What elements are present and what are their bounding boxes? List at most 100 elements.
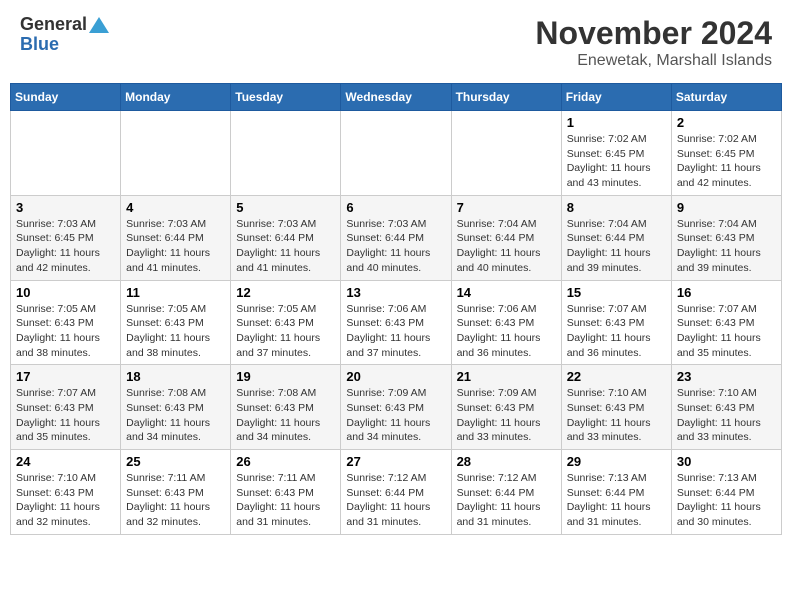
calendar-day-cell: 21 Sunrise: 7:09 AM Sunset: 6:43 PM Dayli… xyxy=(451,365,561,450)
day-info: Sunrise: 7:02 AM Sunset: 6:45 PM Dayligh… xyxy=(677,132,776,191)
day-number: 28 xyxy=(457,454,556,469)
day-number: 1 xyxy=(567,115,666,130)
day-info: Sunrise: 7:08 AM Sunset: 6:43 PM Dayligh… xyxy=(126,386,225,445)
calendar-week-row: 17 Sunrise: 7:07 AM Sunset: 6:43 PM Dayli… xyxy=(11,365,782,450)
day-info: Sunrise: 7:05 AM Sunset: 6:43 PM Dayligh… xyxy=(126,302,225,361)
page-header: General Blue November 2024 Enewetak, Mar… xyxy=(10,10,782,75)
calendar-week-row: 10 Sunrise: 7:05 AM Sunset: 6:43 PM Dayli… xyxy=(11,280,782,365)
calendar-day-cell: 6 Sunrise: 7:03 AM Sunset: 6:44 PM Daylig… xyxy=(341,195,451,280)
day-info: Sunrise: 7:04 AM Sunset: 6:44 PM Dayligh… xyxy=(567,217,666,276)
day-number: 5 xyxy=(236,200,335,215)
calendar-day-cell: 5 Sunrise: 7:03 AM Sunset: 6:44 PM Daylig… xyxy=(231,195,341,280)
calendar-week-row: 3 Sunrise: 7:03 AM Sunset: 6:45 PM Daylig… xyxy=(11,195,782,280)
day-number: 23 xyxy=(677,369,776,384)
day-info: Sunrise: 7:09 AM Sunset: 6:43 PM Dayligh… xyxy=(457,386,556,445)
day-info: Sunrise: 7:06 AM Sunset: 6:43 PM Dayligh… xyxy=(346,302,445,361)
day-number: 6 xyxy=(346,200,445,215)
day-number: 8 xyxy=(567,200,666,215)
calendar-day-cell: 11 Sunrise: 7:05 AM Sunset: 6:43 PM Dayli… xyxy=(121,280,231,365)
day-info: Sunrise: 7:10 AM Sunset: 6:43 PM Dayligh… xyxy=(567,386,666,445)
day-info: Sunrise: 7:11 AM Sunset: 6:43 PM Dayligh… xyxy=(126,471,225,530)
calendar-day-cell xyxy=(451,111,561,196)
day-info: Sunrise: 7:10 AM Sunset: 6:43 PM Dayligh… xyxy=(677,386,776,445)
day-of-week-header: Monday xyxy=(121,84,231,111)
calendar-day-cell xyxy=(341,111,451,196)
day-info: Sunrise: 7:07 AM Sunset: 6:43 PM Dayligh… xyxy=(677,302,776,361)
day-info: Sunrise: 7:12 AM Sunset: 6:44 PM Dayligh… xyxy=(457,471,556,530)
day-number: 10 xyxy=(16,285,115,300)
day-info: Sunrise: 7:11 AM Sunset: 6:43 PM Dayligh… xyxy=(236,471,335,530)
day-number: 3 xyxy=(16,200,115,215)
day-of-week-header: Wednesday xyxy=(341,84,451,111)
calendar-day-cell: 17 Sunrise: 7:07 AM Sunset: 6:43 PM Dayli… xyxy=(11,365,121,450)
day-number: 26 xyxy=(236,454,335,469)
day-number: 17 xyxy=(16,369,115,384)
calendar-day-cell: 29 Sunrise: 7:13 AM Sunset: 6:44 PM Dayli… xyxy=(561,450,671,535)
logo-blue: Blue xyxy=(20,35,109,55)
calendar-week-row: 24 Sunrise: 7:10 AM Sunset: 6:43 PM Dayli… xyxy=(11,450,782,535)
day-info: Sunrise: 7:10 AM Sunset: 6:43 PM Dayligh… xyxy=(16,471,115,530)
calendar-week-row: 1 Sunrise: 7:02 AM Sunset: 6:45 PM Daylig… xyxy=(11,111,782,196)
calendar-day-cell: 22Sunrise: 7:10 AM Sunset: 6:43 PM Dayli… xyxy=(561,365,671,450)
day-info: Sunrise: 7:03 AM Sunset: 6:44 PM Dayligh… xyxy=(236,217,335,276)
calendar-day-cell xyxy=(231,111,341,196)
calendar-day-cell: 25 Sunrise: 7:11 AM Sunset: 6:43 PM Dayli… xyxy=(121,450,231,535)
day-number: 21 xyxy=(457,369,556,384)
day-info: Sunrise: 7:06 AM Sunset: 6:43 PM Dayligh… xyxy=(457,302,556,361)
day-info: Sunrise: 7:05 AM Sunset: 6:43 PM Dayligh… xyxy=(236,302,335,361)
day-info: Sunrise: 7:13 AM Sunset: 6:44 PM Dayligh… xyxy=(567,471,666,530)
day-number: 16 xyxy=(677,285,776,300)
day-info: Sunrise: 7:02 AM Sunset: 6:45 PM Dayligh… xyxy=(567,132,666,191)
day-number: 15 xyxy=(567,285,666,300)
calendar-day-cell: 24 Sunrise: 7:10 AM Sunset: 6:43 PM Dayli… xyxy=(11,450,121,535)
page-subtitle: Enewetak, Marshall Islands xyxy=(535,52,772,70)
calendar-day-cell: 16 Sunrise: 7:07 AM Sunset: 6:43 PM Dayli… xyxy=(671,280,781,365)
day-number: 25 xyxy=(126,454,225,469)
day-info: Sunrise: 7:08 AM Sunset: 6:43 PM Dayligh… xyxy=(236,386,335,445)
day-number: 24 xyxy=(16,454,115,469)
day-number: 19 xyxy=(236,369,335,384)
day-number: 18 xyxy=(126,369,225,384)
calendar-day-cell: 26 Sunrise: 7:11 AM Sunset: 6:43 PM Dayli… xyxy=(231,450,341,535)
day-of-week-header: Friday xyxy=(561,84,671,111)
logo: General Blue xyxy=(20,15,109,55)
day-number: 7 xyxy=(457,200,556,215)
day-info: Sunrise: 7:03 AM Sunset: 6:44 PM Dayligh… xyxy=(346,217,445,276)
day-number: 27 xyxy=(346,454,445,469)
day-number: 14 xyxy=(457,285,556,300)
day-of-week-header: Saturday xyxy=(671,84,781,111)
calendar-day-cell: 30Sunrise: 7:13 AM Sunset: 6:44 PM Dayli… xyxy=(671,450,781,535)
day-info: Sunrise: 7:09 AM Sunset: 6:43 PM Dayligh… xyxy=(346,386,445,445)
day-info: Sunrise: 7:07 AM Sunset: 6:43 PM Dayligh… xyxy=(567,302,666,361)
day-number: 29 xyxy=(567,454,666,469)
calendar-day-cell: 10 Sunrise: 7:05 AM Sunset: 6:43 PM Dayli… xyxy=(11,280,121,365)
day-number: 11 xyxy=(126,285,225,300)
calendar-day-cell: 7 Sunrise: 7:04 AM Sunset: 6:44 PM Daylig… xyxy=(451,195,561,280)
logo-icon xyxy=(89,17,109,33)
day-info: Sunrise: 7:03 AM Sunset: 6:44 PM Dayligh… xyxy=(126,217,225,276)
day-number: 12 xyxy=(236,285,335,300)
day-info: Sunrise: 7:07 AM Sunset: 6:43 PM Dayligh… xyxy=(16,386,115,445)
logo-general: General xyxy=(20,15,87,35)
page-title: November 2024 xyxy=(535,15,772,52)
day-info: Sunrise: 7:13 AM Sunset: 6:44 PM Dayligh… xyxy=(677,471,776,530)
calendar-day-cell: 8 Sunrise: 7:04 AM Sunset: 6:44 PM Daylig… xyxy=(561,195,671,280)
calendar-day-cell: 23 Sunrise: 7:10 AM Sunset: 6:43 PM Dayli… xyxy=(671,365,781,450)
calendar-day-cell: 4 Sunrise: 7:03 AM Sunset: 6:44 PM Daylig… xyxy=(121,195,231,280)
calendar-day-cell xyxy=(11,111,121,196)
day-info: Sunrise: 7:05 AM Sunset: 6:43 PM Dayligh… xyxy=(16,302,115,361)
day-number: 4 xyxy=(126,200,225,215)
calendar-day-cell: 1 Sunrise: 7:02 AM Sunset: 6:45 PM Daylig… xyxy=(561,111,671,196)
calendar-day-cell: 14 Sunrise: 7:06 AM Sunset: 6:43 PM Dayli… xyxy=(451,280,561,365)
day-info: Sunrise: 7:03 AM Sunset: 6:45 PM Dayligh… xyxy=(16,217,115,276)
calendar-day-cell: 13Sunrise: 7:06 AM Sunset: 6:43 PM Dayli… xyxy=(341,280,451,365)
calendar-day-cell: 19 Sunrise: 7:08 AM Sunset: 6:43 PM Dayli… xyxy=(231,365,341,450)
calendar-day-cell: 15 Sunrise: 7:07 AM Sunset: 6:43 PM Dayli… xyxy=(561,280,671,365)
calendar-day-cell: 9Sunrise: 7:04 AM Sunset: 6:43 PM Daylig… xyxy=(671,195,781,280)
day-number: 9 xyxy=(677,200,776,215)
day-info: Sunrise: 7:04 AM Sunset: 6:44 PM Dayligh… xyxy=(457,217,556,276)
day-of-week-header: Thursday xyxy=(451,84,561,111)
calendar-day-cell: 3 Sunrise: 7:03 AM Sunset: 6:45 PM Daylig… xyxy=(11,195,121,280)
calendar-header-row: SundayMondayTuesdayWednesdayThursdayFrid… xyxy=(11,84,782,111)
calendar-day-cell: 28 Sunrise: 7:12 AM Sunset: 6:44 PM Dayli… xyxy=(451,450,561,535)
